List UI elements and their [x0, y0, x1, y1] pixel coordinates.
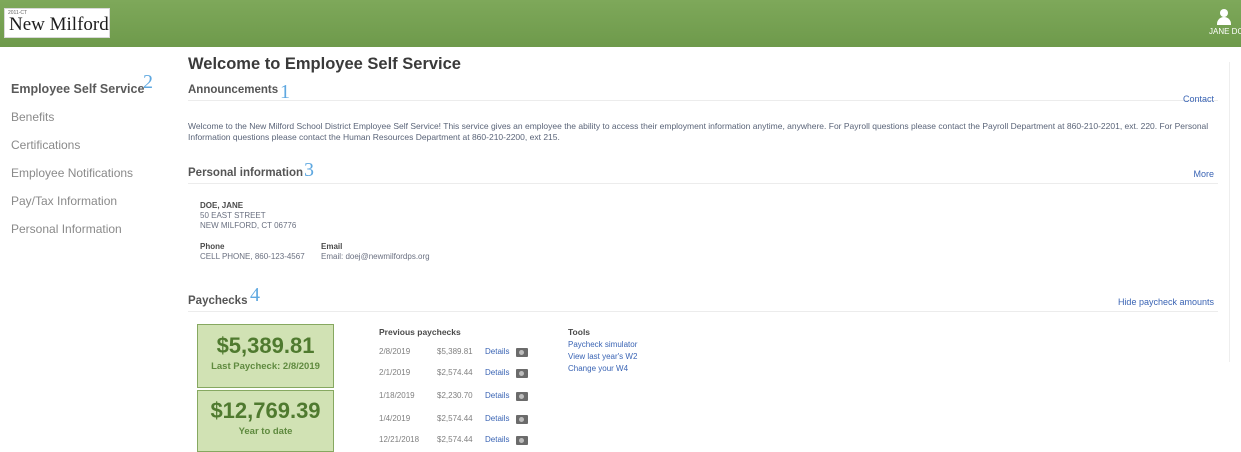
address-line-1: 50 EAST STREET — [200, 211, 266, 220]
contact-link[interactable]: Contact — [1183, 94, 1214, 104]
sidebar-item-pay-tax-information[interactable]: Pay/Tax Information — [0, 187, 172, 215]
camera-icon[interactable] — [516, 436, 528, 445]
camera-icon[interactable] — [516, 392, 528, 401]
phone-value: CELL PHONE, 860-123-4567 — [200, 252, 305, 261]
logo-text: New Milford — [9, 14, 109, 35]
email-block: Email Email: doej@newmilfordps.org — [321, 242, 430, 262]
employee-name: DOE, JANE 50 EAST STREET NEW MILFORD, CT… — [200, 201, 296, 231]
camera-icon[interactable] — [516, 415, 528, 424]
sidebar-item-employee-notifications[interactable]: Employee Notifications — [0, 159, 172, 187]
email-label: Email — [321, 242, 343, 251]
phone-block: Phone CELL PHONE, 860-123-4567 — [200, 242, 305, 262]
paycheck-date: 2/8/2019 — [379, 347, 411, 356]
announcements-title: Announcements — [188, 84, 279, 96]
paychecks-title: Paychecks — [188, 295, 248, 307]
paycheck-amount: $5,389.81 — [437, 347, 473, 356]
page-title: Welcome to Employee Self Service — [188, 55, 461, 73]
main-content: Welcome to Employee Self Service Announc… — [188, 55, 1218, 452]
paycheck-date: 1/4/2019 — [379, 414, 411, 423]
last-paycheck-box[interactable]: $5,389.81 Last Paycheck: 2/8/2019 — [197, 324, 334, 388]
sidebar-nav: Employee Self Service Benefits Certifica… — [0, 75, 172, 243]
paycheck-date: 2/1/2019 — [379, 368, 411, 377]
paycheck-simulator-link[interactable]: Paycheck simulator — [568, 340, 637, 349]
paycheck-date: 1/18/2019 — [379, 391, 415, 400]
paycheck-amount: $2,574.44 — [437, 414, 473, 423]
phone-label: Phone — [200, 242, 225, 251]
details-link[interactable]: Details — [485, 368, 509, 377]
announcements-header: Announcements — [188, 77, 1218, 101]
details-link[interactable]: Details — [485, 391, 509, 400]
sidebar-item-certifications[interactable]: Certifications — [0, 131, 172, 159]
page-right-edge — [1229, 62, 1241, 362]
paychecks-header: Paychecks Hide paycheck amounts — [188, 288, 1218, 312]
sidebar-item-personal-information[interactable]: Personal Information — [0, 215, 172, 243]
ytd-label: Year to date — [238, 426, 293, 437]
paycheck-amount: $2,230.70 — [437, 391, 473, 400]
user-icon — [1216, 9, 1232, 25]
user-name: JANE DO — [1209, 27, 1241, 36]
hide-paycheck-amounts-link[interactable]: Hide paycheck amounts — [1118, 297, 1214, 307]
ytd-amount: $12,769.39 — [210, 398, 321, 423]
details-link[interactable]: Details — [485, 435, 509, 444]
personal-info-header: Personal information More — [188, 160, 1218, 184]
previous-paychecks-label: Previous paychecks — [379, 327, 461, 337]
sidebar-item-benefits[interactable]: Benefits — [0, 103, 172, 131]
address-line-2: NEW MILFORD, CT 06776 — [200, 221, 297, 230]
details-link[interactable]: Details — [485, 347, 509, 356]
tools-label: Tools — [568, 327, 591, 337]
paycheck-date: 12/21/2018 — [379, 435, 420, 444]
more-link[interactable]: More — [1193, 169, 1214, 179]
details-link[interactable]: Details — [485, 414, 509, 423]
last-paycheck-amount: $5,389.81 — [216, 333, 315, 358]
camera-icon[interactable] — [516, 369, 528, 378]
camera-icon[interactable] — [516, 348, 528, 357]
district-logo[interactable]: 2011-CT New Milford — [4, 8, 110, 38]
paycheck-amount: $2,574.44 — [437, 368, 473, 377]
user-menu[interactable]: JANE DO — [1209, 9, 1241, 36]
personal-info-title: Personal information — [188, 167, 304, 179]
annotation-2: 2 — [143, 71, 153, 93]
email-value: Email: doej@newmilfordps.org — [321, 252, 430, 261]
top-bar: 2011-CT New Milford JANE DO — [0, 0, 1241, 47]
year-to-date-box[interactable]: $12,769.39 Year to date — [197, 390, 334, 452]
view-last-year-w2-link[interactable]: View last year's W2 — [568, 352, 637, 361]
last-paycheck-label: Last Paycheck: 2/8/2019 — [211, 361, 320, 372]
paycheck-amount: $2,574.44 — [437, 435, 473, 444]
change-w4-link[interactable]: Change your W4 — [568, 364, 628, 373]
employee-name-text: DOE, JANE — [200, 201, 244, 210]
announcement-text: Welcome to the New Milford School Distri… — [188, 121, 1209, 142]
